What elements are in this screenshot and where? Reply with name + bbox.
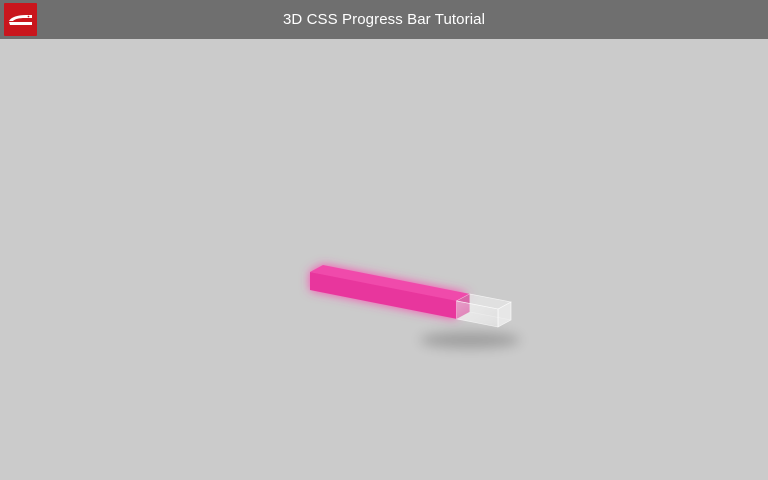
bar-shadow (420, 332, 520, 348)
page-title: 3D CSS Progress Bar Tutorial (282, 11, 486, 28)
progress-bar-3d[interactable] (310, 265, 512, 328)
app-header: 3D CSS Progress Bar Tutorial (0, 0, 768, 39)
progress-stage (310, 265, 520, 348)
main-content (0, 39, 768, 480)
